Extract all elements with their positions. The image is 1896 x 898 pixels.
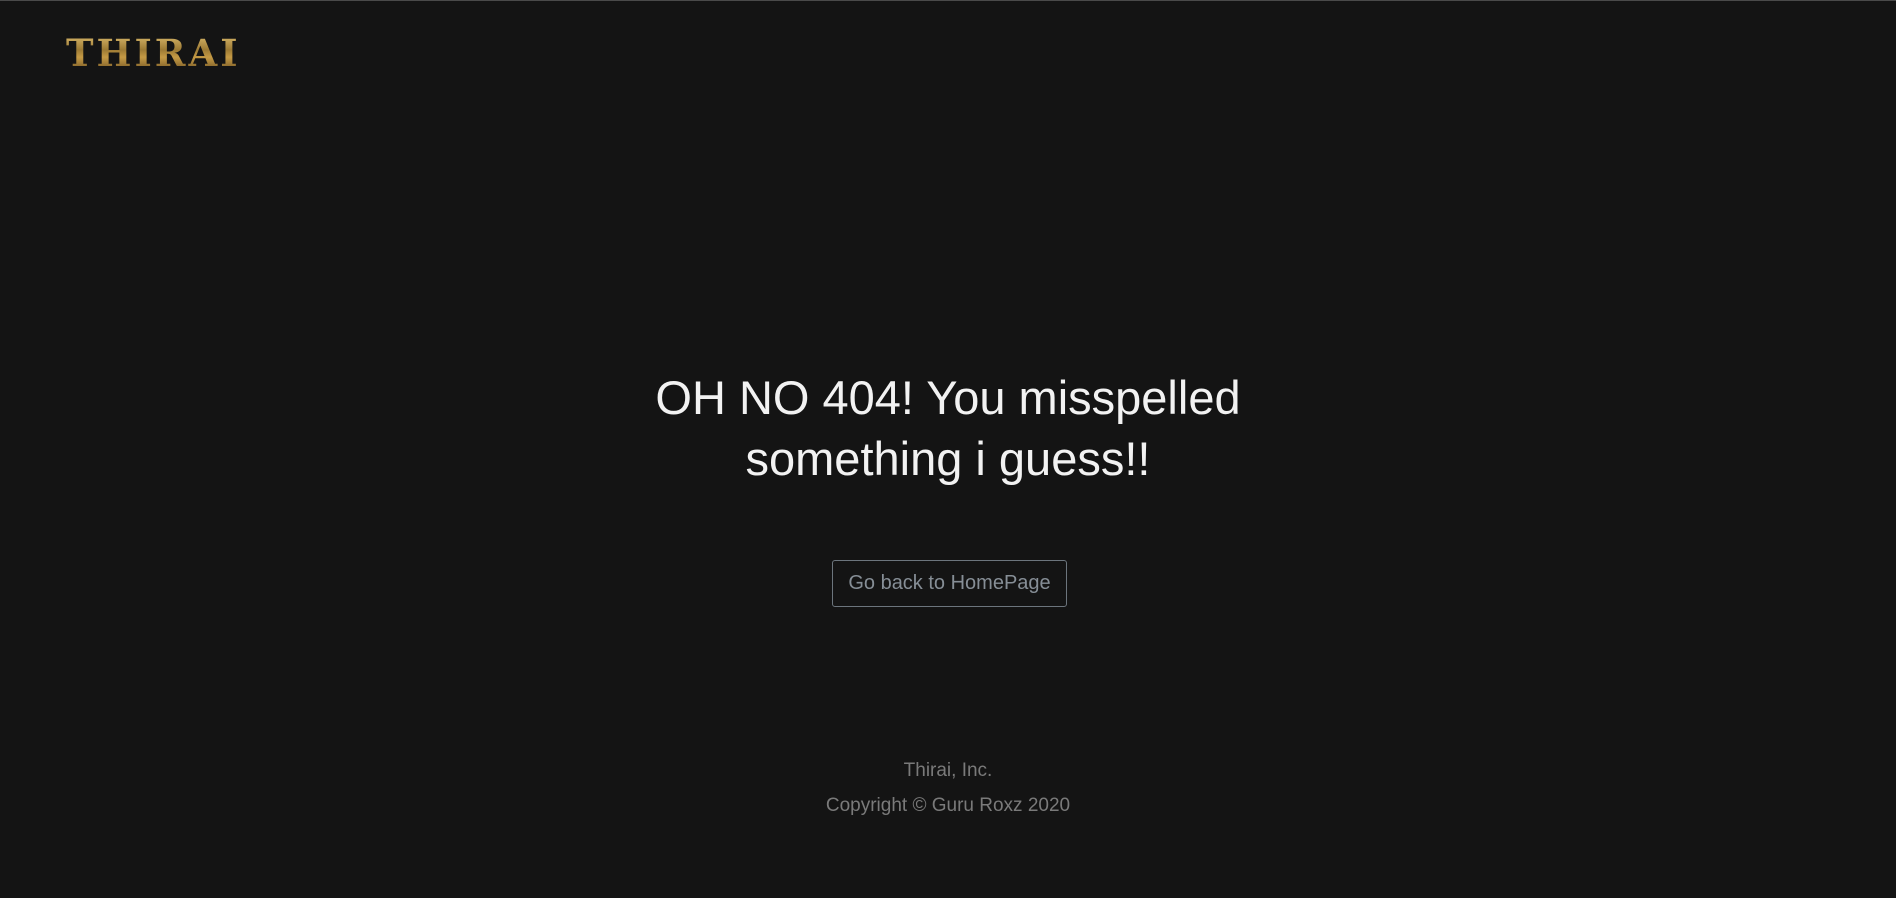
headline-line-2: something i guess!!	[745, 432, 1151, 485]
headline-line-1: OH NO 404! You misspelled	[655, 371, 1241, 424]
footer: Thirai, Inc. Copyright © Guru Roxz 2020	[0, 753, 1896, 823]
footer-company: Thirai, Inc.	[903, 760, 993, 781]
error-headline: OH NO 404! You misspelled something i gu…	[0, 367, 1896, 489]
go-home-button[interactable]: Go back to HomePage	[832, 560, 1067, 607]
site-logo[interactable]: THIRAI	[66, 35, 241, 72]
page: THIRAI OH NO 404! You misspelled somethi…	[0, 0, 1896, 898]
footer-copyright: Copyright © Guru Roxz 2020	[825, 795, 1071, 816]
